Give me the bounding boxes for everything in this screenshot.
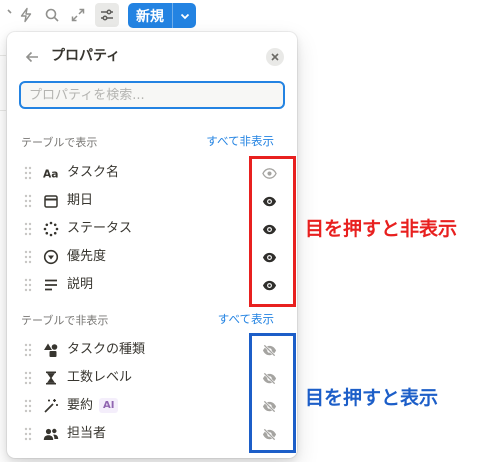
new-button[interactable]: 新規 <box>128 3 196 28</box>
annotation-box-visible-eyes <box>249 156 296 307</box>
property-name: 工数レベル <box>67 370 133 385</box>
hidden-section-header: テーブルで非表示 すべて表示 <box>7 310 297 330</box>
property-name-text: 要約 <box>67 398 94 413</box>
people-icon <box>42 425 60 443</box>
status-loader-icon <box>42 220 60 238</box>
page-edge-line <box>0 110 6 111</box>
text-aa-icon: Aa <box>42 164 60 182</box>
drag-handle-icon[interactable] <box>24 343 32 357</box>
drag-handle-icon[interactable] <box>24 222 32 236</box>
drag-handle-icon[interactable] <box>24 166 32 180</box>
show-all-link[interactable]: すべて表示 <box>218 311 274 327</box>
property-name: タスク名 <box>67 165 120 180</box>
shown-section-label: テーブルで表示 <box>21 136 98 149</box>
back-arrow-icon[interactable] <box>22 47 42 67</box>
property-name: タスクの種類 <box>67 342 146 357</box>
property-name: 期日 <box>67 193 94 208</box>
close-icon[interactable] <box>266 48 284 66</box>
database-toolbar: 新規 <box>0 0 492 32</box>
drag-handle-icon[interactable] <box>24 399 32 413</box>
annotation-text-show: 目を押すと表示 <box>305 387 439 409</box>
sliders-icon[interactable] <box>95 3 119 27</box>
calendar-icon <box>42 192 60 210</box>
drag-handle-icon[interactable] <box>24 194 32 208</box>
filter-icon[interactable] <box>0 5 16 25</box>
select-circle-icon <box>42 248 60 266</box>
text-lines-icon <box>42 276 60 294</box>
annotation-text-hide: 目を押すと非表示 <box>305 218 458 240</box>
property-name: 説明 <box>67 277 94 292</box>
shown-section-header: テーブルで表示 すべて非表示 <box>7 132 297 152</box>
chevron-down-icon[interactable] <box>173 3 196 28</box>
new-button-label[interactable]: 新規 <box>128 3 172 28</box>
magic-wand-icon <box>42 397 60 415</box>
property-search-input[interactable] <box>21 83 283 107</box>
property-name: 優先度 <box>67 249 107 264</box>
shapes-icon <box>42 341 60 359</box>
property-name: ステータス <box>67 221 133 236</box>
drag-handle-icon[interactable] <box>24 427 32 441</box>
expand-icon[interactable] <box>68 5 88 25</box>
drag-handle-icon[interactable] <box>24 371 32 385</box>
property-search-box <box>19 81 285 109</box>
drag-handle-icon[interactable] <box>24 278 32 292</box>
hourglass-icon <box>42 369 60 387</box>
svg-text:Aa: Aa <box>43 167 58 180</box>
annotation-box-hidden-eyes <box>249 333 296 453</box>
ai-badge: AI <box>99 398 119 413</box>
drag-handle-icon[interactable] <box>24 250 32 264</box>
hidden-section-label: テーブルで非表示 <box>21 314 109 327</box>
page-edge-line <box>0 55 6 56</box>
hide-all-link[interactable]: すべて非表示 <box>206 133 274 149</box>
bolt-icon[interactable] <box>16 5 36 25</box>
panel-title: プロパティ <box>51 48 121 64</box>
property-name: 要約 AI <box>67 397 119 415</box>
panel-header: プロパティ <box>7 32 297 82</box>
search-icon[interactable] <box>42 5 62 25</box>
property-name: 担当者 <box>67 426 107 441</box>
